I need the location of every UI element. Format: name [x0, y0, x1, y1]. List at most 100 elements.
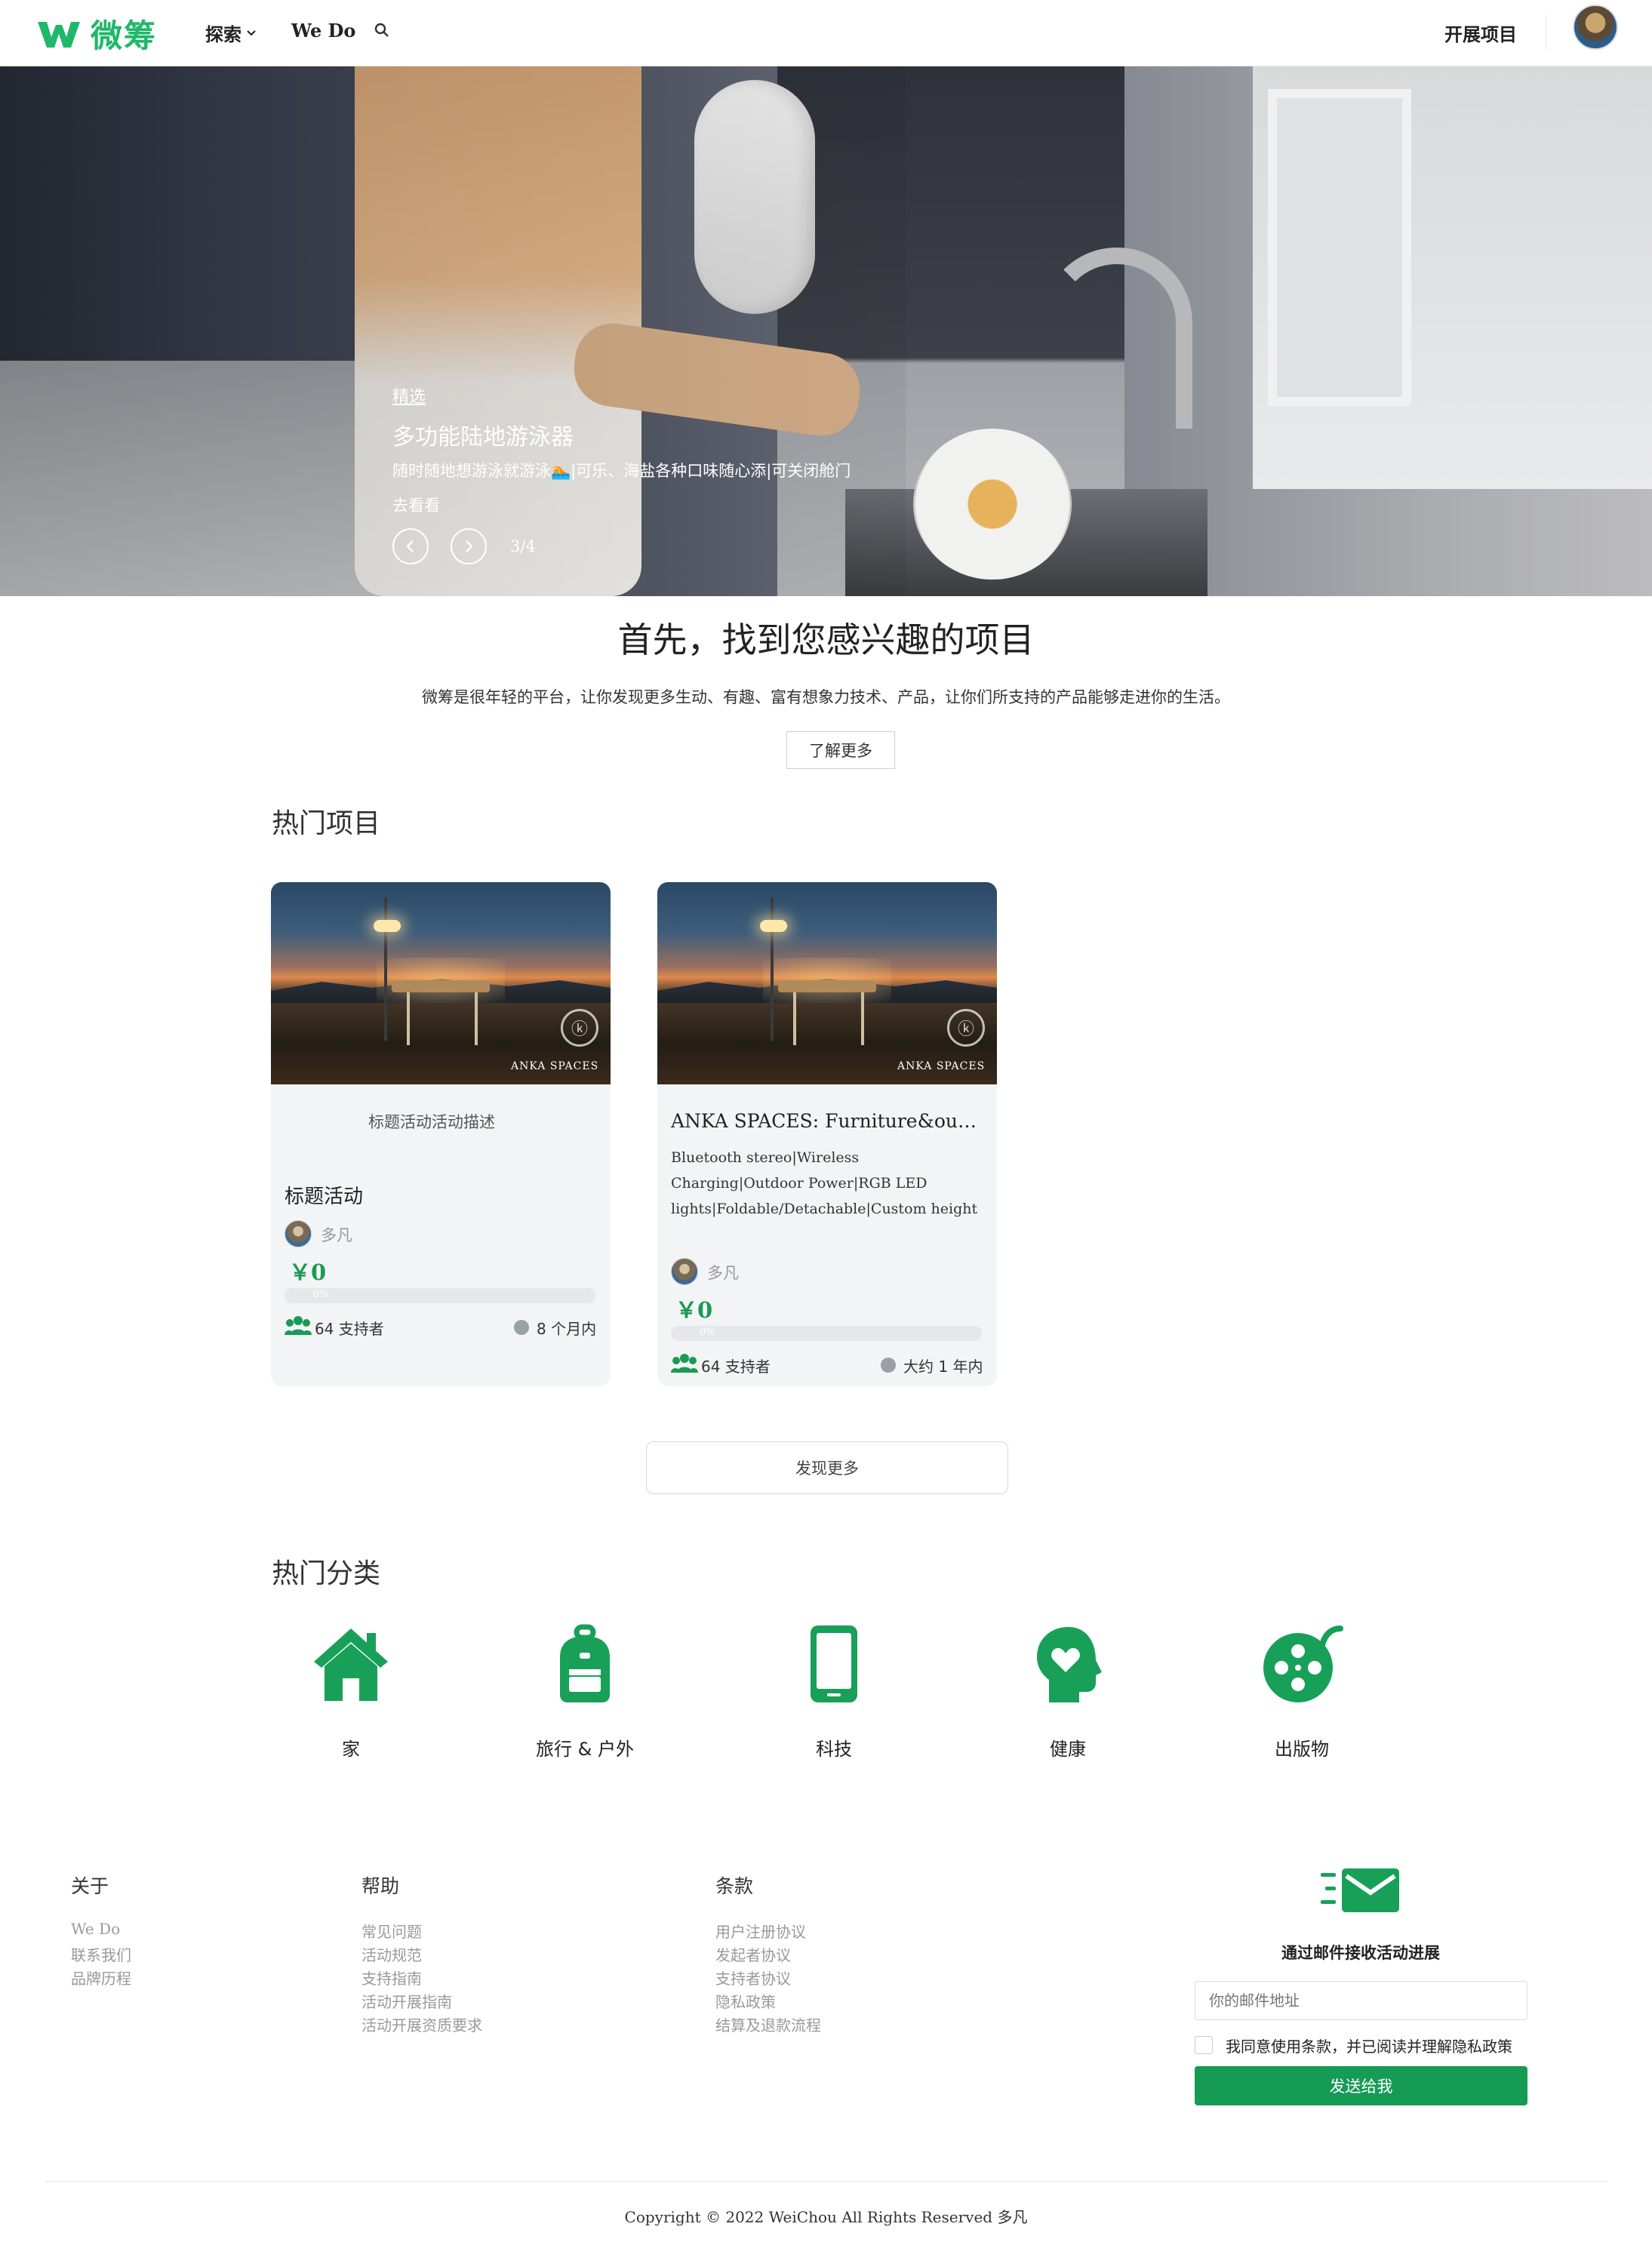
- project-card-image: ⓚ ANKA SPACES: [271, 882, 611, 1084]
- copyright-text: Copyright © 2022 WeiChou All Rights Rese…: [624, 2208, 1028, 2226]
- progress-label: 0%: [700, 1327, 715, 1338]
- footer-link[interactable]: 品牌历程: [71, 1967, 131, 1988]
- search-icon[interactable]: [373, 21, 391, 39]
- mobile-phone-icon: [811, 1625, 857, 1702]
- brand-mark-icon: ⓚ: [947, 1009, 985, 1047]
- footer-terms-title: 条款: [715, 1875, 754, 1897]
- brand-mark-icon: ⓚ: [561, 1009, 598, 1047]
- nav-explore-label: 探索: [205, 24, 241, 45]
- email-field[interactable]: [1195, 1981, 1527, 2020]
- progress-bar: 0%: [671, 1326, 982, 1341]
- chevron-left-icon: [406, 540, 414, 552]
- image-brand-text: ANKA SPACES: [511, 1060, 599, 1072]
- progress-label: 0%: [313, 1289, 329, 1300]
- heart-head-icon: [1037, 1627, 1102, 1702]
- project-card-subtitle: 标题活动活动描述: [368, 1113, 495, 1131]
- project-card[interactable]: ⓚ ANKA SPACES 标题活动活动描述 标题活动 多凡 ￥0 0% 64 …: [271, 882, 611, 1386]
- project-card-description: Bluetooth stereo|Wireless Charging|Outdo…: [671, 1149, 978, 1217]
- footer-link[interactable]: 常见问题: [361, 1920, 422, 1942]
- agree-label: 我同意使用条款，并已阅读并理解隐私政策: [1226, 2037, 1512, 2056]
- newsletter-title: 通过邮件接收活动进展: [1281, 1944, 1440, 1962]
- category-health[interactable]: 健康: [992, 1622, 1143, 1760]
- category-label: 出版物: [1275, 1739, 1329, 1760]
- home-icon: [314, 1628, 388, 1701]
- hero-tag-link[interactable]: 精选: [392, 383, 426, 407]
- hero-cta-link[interactable]: 去看看: [392, 494, 440, 516]
- agree-checkbox[interactable]: [1195, 2036, 1213, 2054]
- nav-explore-menu[interactable]: 探索: [205, 20, 257, 46]
- supporters-icon: [285, 1316, 312, 1335]
- mail-icon: [1321, 1868, 1399, 1912]
- footer-help-title: 帮助: [361, 1875, 400, 1897]
- learn-more-button[interactable]: 了解更多: [786, 731, 895, 769]
- intro-title: 首先，找到您感兴趣的项目: [617, 620, 1035, 660]
- send-button[interactable]: 发送给我: [1195, 2066, 1527, 2105]
- logo-text: 微筹: [91, 17, 158, 54]
- hot-projects-title: 热门项目: [272, 808, 381, 839]
- category-label: 健康: [1050, 1739, 1086, 1760]
- supporters-count: 64 支持者: [701, 1358, 771, 1376]
- discover-more-button[interactable]: 发现更多: [646, 1441, 1008, 1494]
- backpack-icon: [560, 1624, 610, 1702]
- logo-icon: [38, 21, 80, 48]
- footer-link[interactable]: 发起者协议: [715, 1943, 791, 1965]
- clock-icon: [881, 1358, 896, 1373]
- project-card[interactable]: ⓚ ANKA SPACES ANKA SPACES: Furniture&out…: [657, 882, 997, 1386]
- footer-link[interactable]: 支持指南: [361, 1967, 422, 1988]
- carousel-page-indicator: 3/4: [510, 537, 536, 555]
- footer-about-title: 关于: [71, 1875, 109, 1897]
- category-label: 家: [342, 1739, 360, 1760]
- time-remaining: 大约 1 年内: [903, 1358, 983, 1376]
- hero-carousel: [0, 66, 1652, 596]
- footer-link[interactable]: 活动规范: [361, 1943, 422, 1965]
- footer-link[interactable]: We Do: [71, 1920, 120, 1938]
- category-label: 旅行 & 户外: [536, 1739, 634, 1760]
- project-card-title[interactable]: 标题活动: [285, 1181, 363, 1209]
- time-remaining: 8 个月内: [537, 1320, 597, 1338]
- category-tech[interactable]: 科技: [758, 1622, 909, 1760]
- footer-link[interactable]: 隐私政策: [715, 1990, 776, 2012]
- category-label: 科技: [816, 1739, 852, 1760]
- logo[interactable]: 微筹: [35, 11, 157, 57]
- author-name: 多凡: [707, 1264, 739, 1282]
- hot-categories-title: 热门分类: [272, 1558, 381, 1589]
- nav-wedo-link[interactable]: We Do: [291, 20, 355, 42]
- hero-bg-pan: [913, 429, 1072, 580]
- project-price: ￥0: [289, 1259, 327, 1285]
- clock-icon: [514, 1320, 529, 1335]
- chevron-right-icon: [466, 540, 473, 552]
- author-avatar: [285, 1220, 312, 1247]
- start-project-button[interactable]: 开展项目: [1444, 20, 1517, 46]
- category-travel[interactable]: 旅行 & 户外: [509, 1622, 660, 1760]
- image-brand-text: ANKA SPACES: [897, 1060, 986, 1072]
- top-header: 微筹 探索 We Do 开展项目: [0, 0, 1652, 66]
- carousel-prev-button[interactable]: [392, 528, 429, 564]
- hero-description: 随时随地想游泳就游泳🏊|可乐、海盐各种口味随心添|可关闭舱门: [392, 462, 851, 480]
- footer-divider: [45, 2181, 1607, 2182]
- project-card-title[interactable]: ANKA SPACES: Furniture&outdoor...: [671, 1110, 982, 1132]
- project-price: ￥0: [675, 1297, 713, 1323]
- footer-link[interactable]: 结算及退款流程: [715, 2013, 821, 2035]
- hero-shade: [0, 66, 906, 596]
- chevron-down-icon: [247, 29, 256, 35]
- footer-link[interactable]: 支持者协议: [715, 1967, 791, 1988]
- hero-bg-window-frame: [1268, 89, 1411, 406]
- supporters-count: 64 支持者: [315, 1320, 384, 1338]
- footer-link[interactable]: 活动开展指南: [361, 1990, 452, 2012]
- user-avatar[interactable]: [1573, 5, 1618, 50]
- footer-link[interactable]: 用户注册协议: [715, 1920, 806, 1942]
- category-home[interactable]: 家: [275, 1622, 426, 1760]
- footer-link[interactable]: 联系我们: [71, 1943, 131, 1965]
- category-publications[interactable]: 出版物: [1226, 1622, 1377, 1760]
- intro-description: 微筹是很年轻的平台，让你发现更多生动、有趣、富有想象力技术、产品，让你们所支持的…: [422, 688, 1230, 706]
- carousel-next-button[interactable]: [451, 528, 487, 564]
- hero-bg-faucet: [1041, 248, 1192, 429]
- author-name: 多凡: [321, 1226, 352, 1244]
- film-reel-icon: [1263, 1625, 1343, 1702]
- progress-bar: 0%: [285, 1288, 595, 1303]
- footer-link[interactable]: 活动开展资质要求: [361, 2013, 482, 2035]
- project-card-image: ⓚ ANKA SPACES: [657, 882, 997, 1084]
- author-avatar: [671, 1258, 698, 1285]
- supporters-icon: [671, 1354, 698, 1373]
- hero-title: 多功能陆地游泳器: [392, 424, 574, 451]
